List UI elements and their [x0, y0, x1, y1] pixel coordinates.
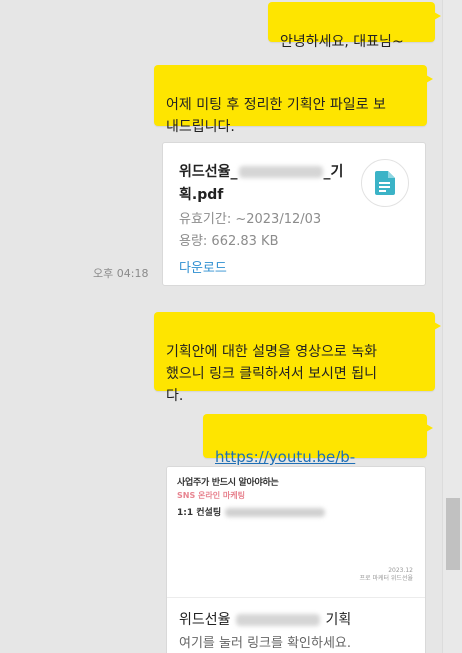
file-name: 위드선율_ _기획.pdf [179, 161, 351, 207]
message-bubble-link[interactable]: https://youtu.be/b-9njSazY6I [203, 414, 433, 489]
document-icon-glyph [375, 171, 395, 195]
chat-area: 안녕하세요, 대표님~ 어제 미팅 후 정리한 기획안 파일로 보 내드립니다.… [0, 0, 442, 653]
message-text: 기획안에 대한 설명을 영상으로 녹화 했으니 링크 클릭하셔서 보시면 됩니 … [166, 344, 377, 404]
link-preview-card[interactable]: 사업주가 반드시 알아야하는 SNS 온라인 마케팅 1:1 컨설팅 2023.… [166, 466, 426, 653]
thumbnail-consulting-text: 1:1 컨설팅 [177, 508, 222, 518]
file-name-prefix: 위드선율_ [179, 164, 238, 180]
thumbnail-consulting: 1:1 컨설팅 [177, 505, 415, 518]
redacted-text [235, 614, 320, 626]
message-bubble-video-note[interactable]: 기획안에 대한 설명을 영상으로 녹화 했으니 링크 클릭하셔서 보시면 됩니 … [154, 312, 441, 404]
vertical-scrollbar[interactable] [442, 0, 462, 653]
redacted-text [225, 508, 326, 517]
preview-title-prefix: 위드선율 [179, 612, 231, 628]
file-meta: 유효기간: ~2023/12/03 용량: 662.83 KB [179, 209, 411, 253]
document-icon[interactable] [361, 159, 409, 207]
file-attachment-card[interactable]: 위드선율_ _기획.pdf 유효기간: ~2023/12/03 용량: 662.8… [162, 142, 426, 286]
message-timestamp: 오후 04:18 [93, 267, 149, 280]
file-validity: 유효기간: ~2023/12/03 [179, 212, 322, 227]
message-text: 어제 미팅 후 정리한 기획안 파일로 보 내드립니다. [166, 97, 386, 135]
link-preview-description: 여기를 눌러 링크를 확인하세요. [179, 636, 352, 651]
preview-title-suffix: 기획 [325, 612, 352, 628]
message-text: 안녕하세요, 대표님~ [280, 34, 404, 50]
thumbnail-date: 2023.12 프로 마케터 위드선율 [359, 567, 414, 582]
link-preview-title: 위드선율 기획 [167, 598, 425, 629]
file-size: 용량: 662.83 KB [179, 234, 279, 249]
thumbnail-heading: 사업주가 반드시 알아야하는 [177, 478, 279, 488]
thumbnail-subheading: SNS 온라인 마케팅 [177, 491, 245, 500]
link-preview-thumbnail[interactable]: 사업주가 반드시 알아야하는 SNS 온라인 마케팅 1:1 컨설팅 2023.… [167, 467, 425, 598]
message-bubble-file-intro[interactable]: 어제 미팅 후 정리한 기획안 파일로 보 내드립니다. [154, 65, 433, 135]
message-bubble-greeting[interactable]: 안녕하세요, 대표님~ [268, 2, 441, 50]
redacted-text [238, 166, 323, 178]
download-link[interactable]: 다운로드 [179, 257, 227, 276]
scrollbar-thumb[interactable] [446, 498, 460, 570]
